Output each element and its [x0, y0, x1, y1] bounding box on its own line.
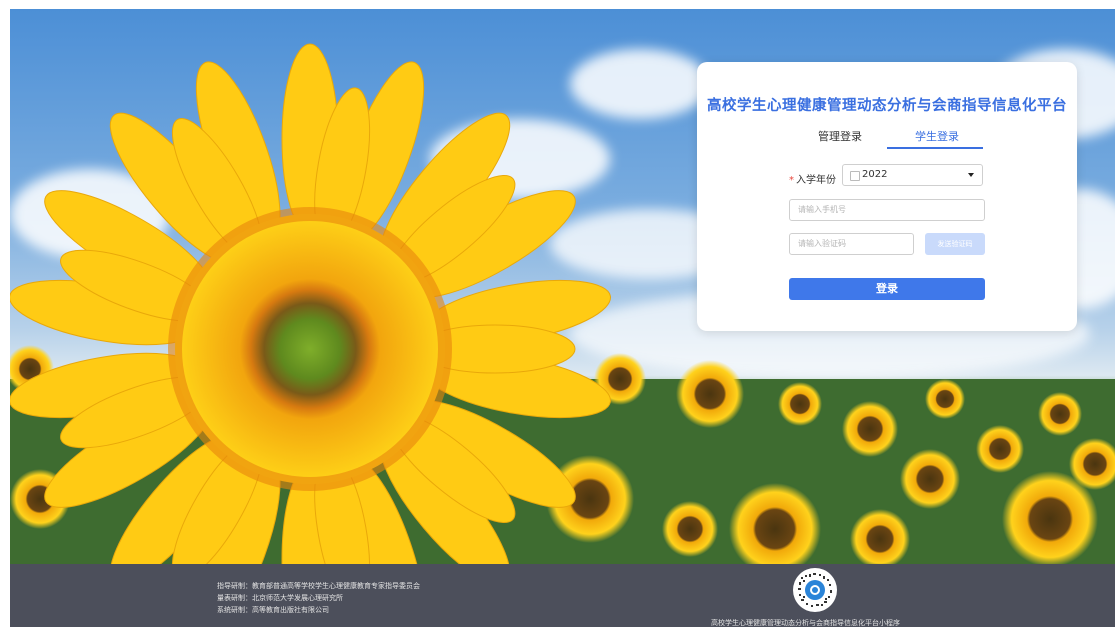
active-tab-indicator — [887, 147, 983, 149]
credit-line: 系统研制：高等教育出版社有限公司 — [217, 606, 329, 614]
send-code-button[interactable]: 发送验证码 — [925, 233, 985, 255]
calendar-icon — [850, 171, 860, 181]
tab-admin-login[interactable]: 管理登录 — [818, 128, 862, 144]
verification-code-input[interactable]: 请输入验证码 — [789, 233, 914, 255]
enroll-year-select[interactable]: 2022 — [842, 164, 983, 186]
enroll-year-value: 2022 — [862, 169, 888, 180]
qr-code-icon — [798, 573, 832, 607]
credit-line: 量表研制：北京师范大学发展心理研究所 — [217, 594, 343, 602]
credit-line: 指导研制：教育部普通高等学校学生心理健康教育专家指导委员会 — [217, 582, 420, 590]
platform-title: 高校学生心理健康管理动态分析与会商指导信息化平台 — [707, 98, 1067, 114]
mini-program-qr-code — [793, 568, 837, 612]
caret-down-icon — [968, 173, 974, 177]
login-button[interactable]: 登录 — [789, 278, 985, 300]
phone-input[interactable]: 请输入手机号 — [789, 199, 985, 221]
login-card: 高校学生心理健康管理动态分析与会商指导信息化平台 管理登录 学生登录 * 入学年份… — [697, 62, 1077, 331]
qr-caption: 高校学生心理健康管理动态分析与会商指导信息化平台小程序 — [711, 619, 900, 627]
tab-student-login[interactable]: 学生登录 — [915, 128, 959, 144]
enroll-year-label: * 入学年份 — [789, 171, 836, 186]
required-mark: * — [789, 175, 794, 186]
footer: 指导研制：教育部普通高等学校学生心理健康教育专家指导委员会 量表研制：北京师范大… — [10, 564, 1115, 627]
login-page: 高校学生心理健康管理动态分析与会商指导信息化平台 管理登录 学生登录 * 入学年份… — [10, 9, 1115, 627]
credits: 指导研制：教育部普通高等学校学生心理健康教育专家指导委员会 量表研制：北京师范大… — [217, 580, 420, 616]
enroll-year-label-text: 入学年份 — [796, 175, 836, 186]
